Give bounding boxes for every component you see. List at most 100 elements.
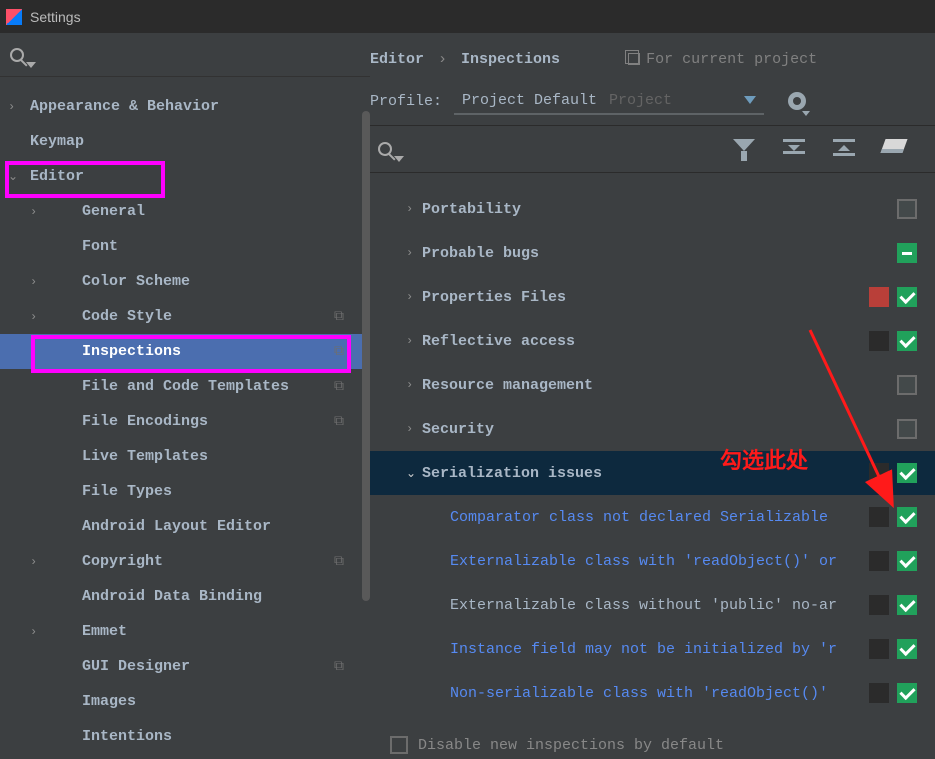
checkbox[interactable] [897,463,917,483]
checkbox[interactable] [897,199,917,219]
scope-icon: ⧉ [334,344,344,360]
sidebar-item-color-scheme[interactable]: ›Color Scheme [0,264,370,299]
sidebar-item-inspections[interactable]: Inspections⧉ [0,334,370,369]
checkbox[interactable] [897,287,917,307]
check-slot [869,463,917,483]
category-label: Reflective access [422,333,575,350]
inspection-item[interactable]: Non-serializable class with 'readObject(… [370,671,935,715]
profile-row: Profile: Project Default Project [370,77,935,125]
category-label: Probable bugs [422,245,539,262]
sidebar-item-general[interactable]: ›General [0,194,370,229]
sidebar-item-appearance-behavior[interactable]: › Appearance & Behavior [0,89,370,124]
sidebar-item-editor[interactable]: ⌄ Editor [0,159,370,194]
inspection-item[interactable]: Instance field may not be initialized by… [370,627,935,671]
inspection-tree: ›Portability›Probable bugs›Properties Fi… [370,173,935,759]
sidebar-search[interactable] [0,33,370,77]
checkbox[interactable] [897,639,917,659]
checkbox[interactable] [897,551,917,571]
sidebar-item-font[interactable]: Font [0,229,370,264]
sidebar-item-label: Editor [30,168,84,185]
checkbox[interactable] [897,683,917,703]
funnel-icon [733,139,755,151]
inspection-item[interactable]: Comparator class not declared Serializab… [370,495,935,539]
checkbox[interactable] [897,595,917,615]
severity-indicator [869,683,889,703]
sidebar-item-live-templates[interactable]: Live Templates [0,439,370,474]
check-slot [869,331,917,351]
scope-icon: ⧉ [334,554,344,570]
expand-icon: › [406,246,422,260]
sidebar-item-emmet[interactable]: ›Emmet [0,614,370,649]
expand-icon: › [406,290,422,304]
expand-all-button[interactable] [783,139,805,159]
inspection-label: Externalizable class without 'public' no… [450,597,837,614]
inspection-label: Externalizable class with 'readObject()'… [450,553,837,570]
sidebar-item-copyright[interactable]: ›Copyright⧉ [0,544,370,579]
sidebar-item-label: Android Data Binding [82,588,262,605]
content-row: › Appearance & Behavior Keymap ⌄ Editor ›Gene… [0,33,935,759]
filter-button[interactable] [733,139,755,159]
sidebar-item-android-data-binding[interactable]: Android Data Binding [0,579,370,614]
category-label: Properties Files [422,289,566,306]
disable-new-label: Disable new inspections by default [418,737,724,754]
sidebar-item-file-types[interactable]: File Types [0,474,370,509]
scope-icon: ⧉ [334,309,344,325]
checkbox[interactable] [897,419,917,439]
checkbox[interactable] [897,507,917,527]
check-slot [869,595,917,615]
expand-icon: › [8,100,20,114]
sidebar-item-images[interactable]: Images [0,684,370,719]
category-resource-management[interactable]: ›Resource management [370,363,935,407]
search-dropdown-icon[interactable] [394,156,404,162]
expand-icon: › [406,334,422,348]
expand-icon: › [30,205,42,219]
sidebar-item-file-and-code-templates[interactable]: File and Code Templates⧉ [0,369,370,404]
sidebar-item-label: Appearance & Behavior [30,98,219,115]
checkbox[interactable] [897,375,917,395]
scope-icon: ⧉ [334,379,344,395]
expand-icon: › [30,555,42,569]
scope-icon: ⧉ [334,414,344,430]
category-label: Security [422,421,494,438]
collapse-all-button[interactable] [833,139,855,159]
inspection-search[interactable] [378,142,404,156]
expand-icon: › [30,310,42,324]
breadcrumb-editor[interactable]: Editor [370,51,424,68]
app-icon [6,9,22,25]
category-security[interactable]: ›Security [370,407,935,451]
category-probable-bugs[interactable]: ›Probable bugs [370,231,935,275]
category-label: Resource management [422,377,593,394]
scope-label: For current project [646,51,817,68]
sidebar-item-android-layout-editor[interactable]: Android Layout Editor [0,509,370,544]
category-reflective-access[interactable]: ›Reflective access [370,319,935,363]
inspection-item[interactable]: Externalizable class without 'public' no… [370,583,935,627]
reset-button[interactable] [883,139,905,159]
profile-settings-button[interactable] [788,92,806,110]
sidebar-item-code-style[interactable]: ›Code Style⧉ [0,299,370,334]
sidebar-item-gui-designer[interactable]: GUI Designer⧉ [0,649,370,684]
category-portability[interactable]: ›Portability [370,187,935,231]
expand-icon: ⌄ [406,466,422,481]
sidebar-item-file-encodings[interactable]: File Encodings⧉ [0,404,370,439]
inspection-label: Instance field may not be initialized by… [450,641,837,658]
profile-value: Project Default [462,92,597,109]
search-icon [378,142,392,156]
profile-select[interactable]: Project Default Project [454,88,764,115]
category-properties-files[interactable]: ›Properties Files [370,275,935,319]
category-serialization-issues[interactable]: ⌄Serialization issues [370,451,935,495]
chevron-down-icon [744,96,756,104]
gear-dropdown-icon [802,111,810,116]
search-dropdown-icon[interactable] [26,62,36,68]
main-panel: Editor › Inspections For current project… [370,33,935,759]
disable-new-checkbox[interactable] [390,736,408,754]
sidebar-item-keymap[interactable]: Keymap [0,124,370,159]
inspection-toolbar [370,125,935,173]
checkbox[interactable] [897,331,917,351]
check-slot [869,551,917,571]
expand-icon: › [30,275,42,289]
checkbox[interactable] [897,243,917,263]
expand-icon: ⌄ [8,169,20,184]
sidebar-item-intentions[interactable]: Intentions [0,719,370,754]
sidebar-scrollbar[interactable] [362,111,370,601]
inspection-item[interactable]: Externalizable class with 'readObject()'… [370,539,935,583]
